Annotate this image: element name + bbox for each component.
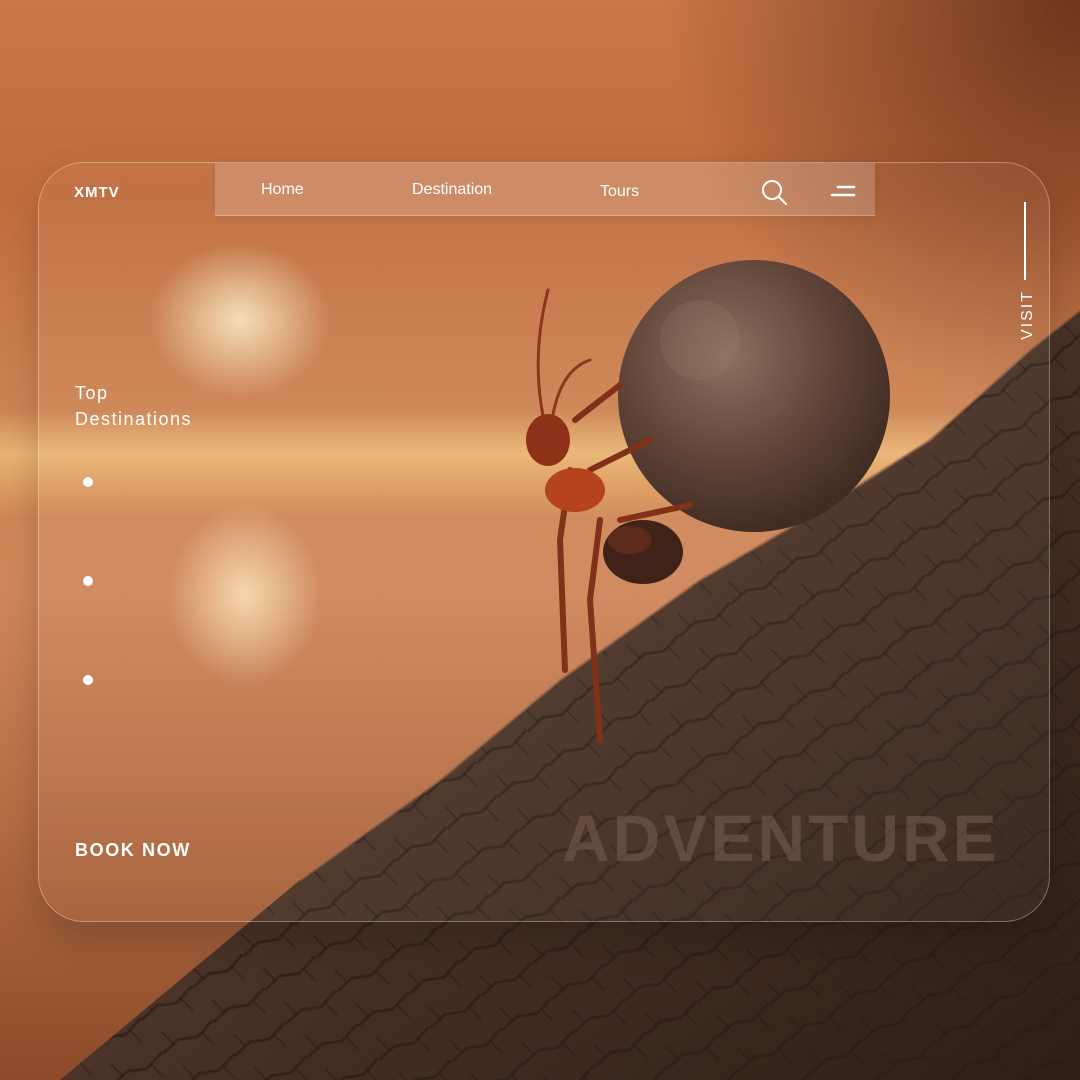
visit-link[interactable]: VISIT (1019, 287, 1037, 343)
hero-heading-line2: Destinations (75, 409, 193, 429)
slide-indicator-1[interactable] (83, 477, 93, 487)
nav-tours[interactable]: Tours (600, 183, 639, 201)
book-now-button[interactable]: BOOK NOW (75, 840, 191, 861)
hero-heading: Top Destinations (75, 380, 192, 432)
slide-indicator-3[interactable] (83, 675, 93, 685)
brand-logo[interactable]: XMTV (74, 184, 120, 201)
hero-heading-line1: Top (75, 383, 109, 403)
nav-destination[interactable]: Destination (412, 181, 492, 199)
adventure-watermark: ADVENTURE (562, 801, 1000, 875)
menu-icon[interactable] (828, 183, 858, 201)
slide-indicator-2[interactable] (83, 576, 93, 586)
nav-home[interactable]: Home (261, 181, 304, 199)
search-icon[interactable] (760, 178, 788, 206)
visit-divider-line (1024, 202, 1026, 280)
